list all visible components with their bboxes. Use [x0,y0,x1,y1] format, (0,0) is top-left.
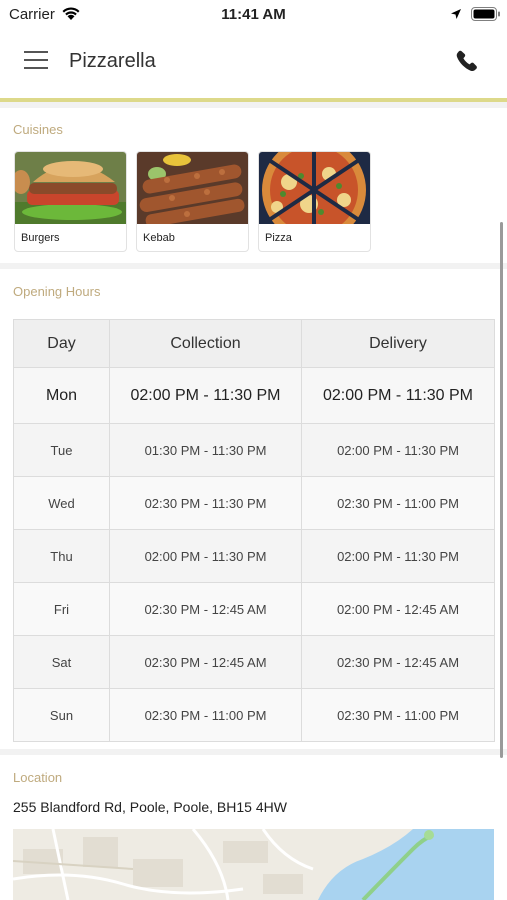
table-header-row: Day Collection Delivery [13,319,495,368]
delivery-hours-cell: 02:00 PM - 12:45 AM [301,582,495,636]
collection-hours-cell: 02:30 PM - 12:45 AM [109,635,302,689]
address-text: 255 Blandford Rd, Poole, Poole, BH15 4HW [13,799,287,815]
column-header-day: Day [13,319,110,368]
clock: 11:41 AM [221,6,286,23]
opening-hours-heading: Opening Hours [13,284,101,299]
menu-icon[interactable] [24,51,48,71]
pizza-image [259,152,370,242]
cuisine-card-kebab[interactable]: Kebab [136,151,249,252]
delivery-hours-cell: 02:00 PM - 11:30 PM [301,367,495,424]
accent-divider [0,98,507,102]
delivery-hours-cell: 02:30 PM - 12:45 AM [301,635,495,689]
status-bar: Carrier 11:41 AM [0,0,507,30]
column-header-delivery: Delivery [301,319,495,368]
day-cell: Fri [13,582,110,636]
location-arrow-icon [450,7,462,25]
collection-hours-cell: 02:30 PM - 12:45 AM [109,582,302,636]
table-row: Wed 02:30 PM - 11:30 PM 02:30 PM - 11:00… [13,476,495,530]
location-map[interactable] [13,829,494,900]
table-row: Mon 02:00 PM - 11:30 PM 02:00 PM - 11:30… [13,367,495,424]
day-cell: Wed [13,476,110,530]
column-header-collection: Collection [109,319,302,368]
collection-hours-cell: 02:00 PM - 11:30 PM [109,529,302,583]
day-cell: Mon [13,367,110,424]
table-row: Tue 01:30 PM - 11:30 PM 02:00 PM - 11:30… [13,423,495,477]
scrollbar[interactable] [500,222,503,758]
cuisine-label: Kebab [143,232,175,244]
delivery-hours-cell: 02:30 PM - 11:00 PM [301,688,495,742]
day-cell: Thu [13,529,110,583]
burger-image [15,152,126,224]
delivery-hours-cell: 02:30 PM - 11:00 PM [301,476,495,530]
collection-hours-cell: 02:00 PM - 11:30 PM [109,367,302,424]
cuisine-card-burgers[interactable]: Burgers [14,151,127,252]
delivery-hours-cell: 02:00 PM - 11:30 PM [301,529,495,583]
day-cell: Sun [13,688,110,742]
table-row: Thu 02:00 PM - 11:30 PM 02:00 PM - 11:30… [13,529,495,583]
kebab-image [137,152,248,228]
battery-icon [471,7,501,26]
opening-hours-table: Day Collection Delivery Mon 02:00 PM - 1… [13,319,495,742]
delivery-hours-cell: 02:00 PM - 11:30 PM [301,423,495,477]
day-cell: Sat [13,635,110,689]
page-title: Pizzarella [69,50,156,72]
cuisine-card-pizza[interactable]: Pizza [258,151,371,252]
collection-hours-cell: 01:30 PM - 11:30 PM [109,423,302,477]
table-row: Fri 02:30 PM - 12:45 AM 02:00 PM - 12:45… [13,582,495,636]
collection-hours-cell: 02:30 PM - 11:30 PM [109,476,302,530]
cuisines-heading: Cuisines [13,122,63,137]
cuisine-label: Burgers [21,232,60,244]
location-heading: Location [13,770,63,785]
navbar: Pizzarella [0,30,507,98]
phone-icon[interactable] [455,49,479,78]
table-row: Sun 02:30 PM - 11:00 PM 02:30 PM - 11:00… [13,688,495,742]
table-row: Sat 02:30 PM - 12:45 AM 02:30 PM - 12:45… [13,635,495,689]
cuisine-label: Pizza [265,232,292,244]
day-cell: Tue [13,423,110,477]
collection-hours-cell: 02:30 PM - 11:00 PM [109,688,302,742]
